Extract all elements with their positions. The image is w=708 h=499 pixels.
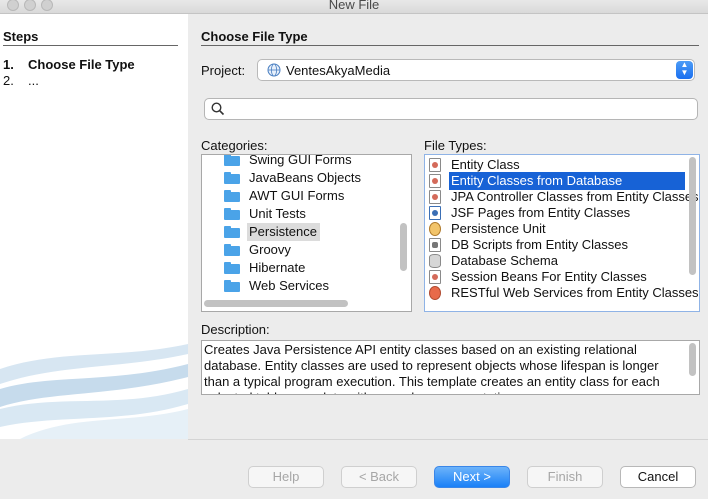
globe-icon [267, 63, 281, 77]
file-types-label: File Types: [424, 138, 487, 153]
project-value: VentesAkyaMedia [286, 63, 391, 78]
title-bar: New File [0, 0, 708, 14]
project-select[interactable]: VentesAkyaMedia ▲ ▼ [257, 59, 695, 81]
categories-horizontal-scrollbar[interactable] [204, 300, 348, 307]
file-types-vertical-scrollbar[interactable] [689, 157, 696, 275]
categories-list[interactable]: Swing GUI Forms JavaBeans Objects AWT GU… [201, 154, 412, 312]
back-button[interactable]: < Back [341, 466, 417, 488]
categories-vertical-scrollbar[interactable] [400, 223, 407, 271]
search-icon [211, 102, 225, 116]
description-text: Creates Java Persistence API entity clas… [204, 342, 660, 394]
cancel-button[interactable]: Cancel [620, 466, 696, 488]
description-label: Description: [201, 322, 270, 337]
decorative-wave-graphic [0, 344, 188, 439]
entity-class-icon [429, 158, 441, 172]
next-button[interactable]: Next > [434, 466, 510, 488]
jsf-pages-icon [429, 206, 441, 220]
jpa-controller-icon [429, 190, 441, 204]
finish-button[interactable]: Finish [527, 466, 603, 488]
search-input[interactable] [204, 98, 698, 120]
steps-heading: Steps [3, 29, 39, 44]
database-schema-icon [429, 254, 441, 268]
step-item-2: 2.... [3, 73, 39, 88]
steps-divider [3, 45, 178, 46]
description-text-area: Creates Java Persistence API entity clas… [201, 340, 700, 395]
section-title: Choose File Type [201, 29, 308, 44]
restful-services-icon [429, 286, 441, 300]
persistence-unit-icon [429, 222, 441, 236]
help-button[interactable]: Help [248, 466, 324, 488]
file-types-list[interactable]: Entity Class Entity Classes from Databas… [424, 154, 700, 312]
description-vertical-scrollbar[interactable] [689, 343, 696, 376]
window-title: New File [328, 0, 380, 12]
chevron-up-down-icon: ▲ ▼ [676, 61, 693, 79]
db-scripts-icon [429, 238, 441, 252]
file-type-item[interactable]: RESTful Web Services from Entity Classes [425, 284, 699, 302]
project-label: Project: [201, 63, 246, 78]
categories-label: Categories: [201, 138, 268, 153]
entity-classes-icon [429, 174, 441, 188]
steps-panel: Steps 1. Choose File Type 2.... [0, 14, 188, 439]
button-bar-divider [188, 439, 708, 440]
step-item-1: 1. Choose File Type [3, 57, 135, 72]
session-beans-icon [429, 270, 441, 284]
section-divider [201, 45, 699, 46]
